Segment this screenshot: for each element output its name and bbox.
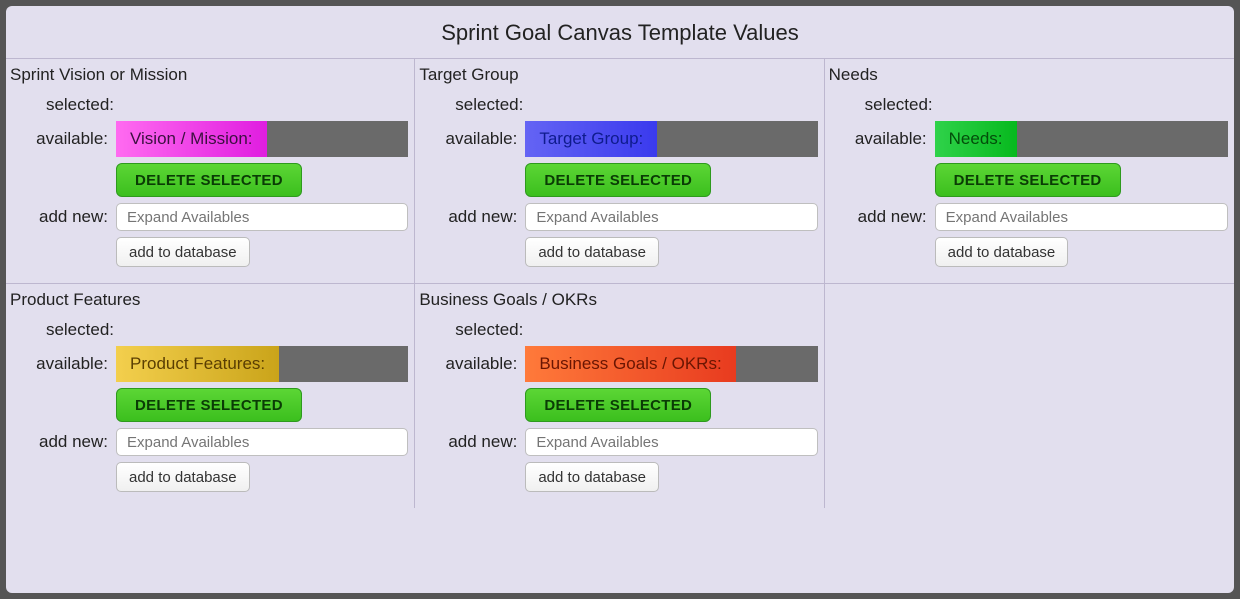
addnew-label: add new: (8, 207, 116, 227)
page-title: Sprint Goal Canvas Template Values (6, 6, 1234, 58)
section-target-group: Target Group selected: available: Target… (415, 58, 824, 283)
section-empty (825, 283, 1234, 508)
selected-label: selected: (423, 95, 531, 115)
available-label: available: (417, 354, 525, 374)
addnew-label: add new: (827, 207, 935, 227)
section-business-goals: Business Goals / OKRs selected: availabl… (415, 283, 824, 508)
add-to-database-button[interactable]: add to database (116, 462, 250, 492)
available-bar[interactable]: Vision / Mission: (116, 121, 408, 157)
addnew-input[interactable] (525, 203, 817, 231)
delete-selected-button[interactable]: DELETE SELECTED (525, 163, 711, 197)
selected-label: selected: (14, 95, 122, 115)
section-product-features: Product Features selected: available: Pr… (6, 283, 415, 508)
available-label: available: (8, 129, 116, 149)
page: Sprint Goal Canvas Template Values Sprin… (6, 6, 1234, 593)
addnew-input[interactable] (116, 203, 408, 231)
section-needs: Needs selected: available: Needs: DELETE… (825, 58, 1234, 283)
chip-target-group[interactable]: Target Group: (525, 121, 657, 157)
addnew-input[interactable] (935, 203, 1228, 231)
chip-vision[interactable]: Vision / Mission: (116, 121, 267, 157)
delete-selected-button[interactable]: DELETE SELECTED (935, 163, 1121, 197)
selected-label: selected: (423, 320, 531, 340)
addnew-input[interactable] (525, 428, 817, 456)
add-to-database-button[interactable]: add to database (525, 462, 659, 492)
available-bar[interactable]: Business Goals / OKRs: (525, 346, 817, 382)
chip-needs[interactable]: Needs: (935, 121, 1017, 157)
available-label: available: (827, 129, 935, 149)
addnew-input[interactable] (116, 428, 408, 456)
delete-selected-button[interactable]: DELETE SELECTED (116, 388, 302, 422)
add-to-database-button[interactable]: add to database (935, 237, 1069, 267)
available-bar[interactable]: Needs: (935, 121, 1228, 157)
addnew-label: add new: (417, 207, 525, 227)
section-vision: Sprint Vision or Mission selected: avail… (6, 58, 415, 283)
section-title: Business Goals / OKRs (419, 290, 817, 310)
section-title: Needs (829, 65, 1228, 85)
available-label: available: (417, 129, 525, 149)
section-title: Target Group (419, 65, 817, 85)
delete-selected-button[interactable]: DELETE SELECTED (525, 388, 711, 422)
available-bar[interactable]: Target Group: (525, 121, 817, 157)
delete-selected-button[interactable]: DELETE SELECTED (116, 163, 302, 197)
selected-label: selected: (14, 320, 122, 340)
add-to-database-button[interactable]: add to database (116, 237, 250, 267)
addnew-label: add new: (8, 432, 116, 452)
chip-business-goals[interactable]: Business Goals / OKRs: (525, 346, 735, 382)
chip-product-features[interactable]: Product Features: (116, 346, 279, 382)
available-label: available: (8, 354, 116, 374)
available-bar[interactable]: Product Features: (116, 346, 408, 382)
section-title: Sprint Vision or Mission (10, 65, 408, 85)
selected-label: selected: (833, 95, 941, 115)
add-to-database-button[interactable]: add to database (525, 237, 659, 267)
addnew-label: add new: (417, 432, 525, 452)
sections-grid: Sprint Vision or Mission selected: avail… (6, 58, 1234, 508)
section-title: Product Features (10, 290, 408, 310)
